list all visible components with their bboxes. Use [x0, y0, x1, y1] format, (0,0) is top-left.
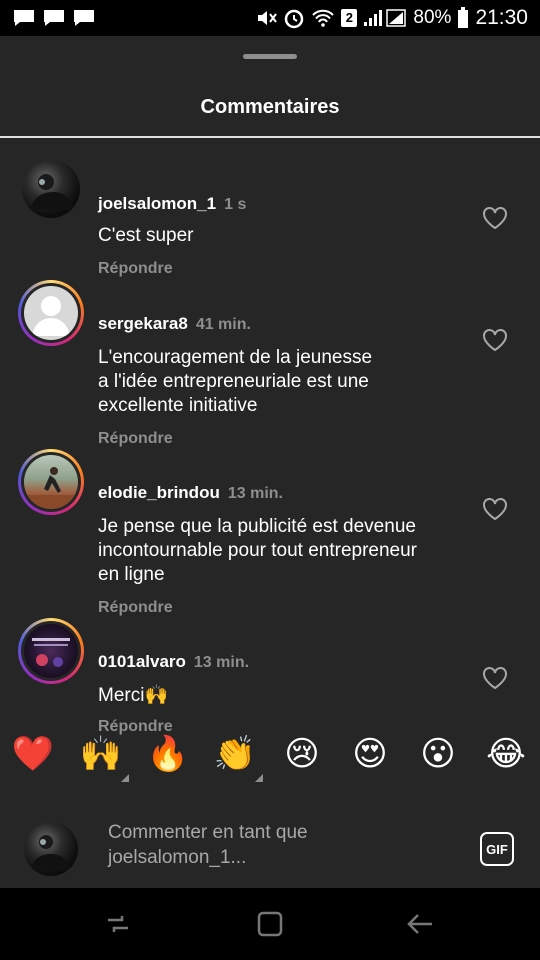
comment-username[interactable]: elodie_brindou 13 min. — [98, 483, 283, 503]
skin-tone-indicator — [255, 774, 263, 782]
comment-line: Merci🙌 — [98, 685, 169, 706]
comment-text: Merci🙌 — [98, 684, 468, 708]
comment-line: C'est super — [98, 225, 194, 246]
comment-username[interactable]: sergekara8 41 min. — [98, 314, 251, 334]
comment-text: L'encouragement de la jeunesse a l'idée … — [98, 346, 468, 418]
heart-eyes-emoji-button[interactable]: 😍 — [350, 734, 390, 774]
reply-button[interactable]: Répondre — [98, 430, 173, 448]
reply-button[interactable]: Répondre — [98, 260, 173, 278]
notification-icons — [12, 8, 96, 28]
tears-of-joy-emoji-button[interactable]: 😂 — [486, 734, 526, 774]
profile-photo-icon — [30, 835, 71, 870]
emoji-glyph: 🙌 — [79, 735, 123, 773]
comment-time: 41 min. — [195, 316, 251, 333]
comment-line: incontournable pour tout entrepreneur — [98, 540, 418, 561]
heart-emoji-button[interactable]: ❤️ — [11, 734, 55, 774]
emoji-glyph: 😮 — [420, 735, 456, 773]
sheet-drag-handle[interactable] — [243, 54, 297, 59]
fire-emoji-button[interactable]: 🔥 — [146, 734, 190, 774]
mute-icon — [258, 11, 278, 25]
message-notification-icon — [44, 10, 64, 26]
battery-percent: 80% — [413, 7, 452, 28]
message-notification-icon — [74, 10, 94, 26]
avatar-story-ring[interactable] — [18, 449, 84, 515]
comment-input[interactable]: Commenter en tant que joelsalomon_1... — [108, 820, 448, 870]
sim-badge: 2 — [341, 9, 358, 27]
comment-line: Je pense que la publicité est devenue — [98, 516, 416, 537]
emoji-glyph: 😢 — [284, 735, 320, 773]
reply-button[interactable]: Répondre — [98, 599, 173, 617]
profile-photo-icon — [24, 467, 78, 509]
comment-compose-bar: Commenter en tant que joelsalomon_1... G… — [0, 810, 540, 890]
comment-text: Je pense que la publicité est devenue in… — [98, 515, 468, 587]
home-icon[interactable] — [254, 908, 286, 940]
emoji-glyph: 🔥 — [146, 735, 190, 773]
avatar-story-ring[interactable] — [18, 618, 84, 684]
header-divider — [0, 136, 540, 138]
skin-tone-indicator — [121, 774, 129, 782]
comment-line: a l'idée entrepreneuriale est une — [98, 371, 369, 392]
comment-time: 1 s — [224, 196, 247, 213]
profile-photo-icon — [30, 174, 74, 210]
like-heart-icon[interactable] — [482, 497, 508, 521]
raised-hands-emoji-button[interactable]: 🙌 — [79, 734, 129, 782]
battery-icon — [458, 7, 469, 28]
username-text[interactable]: sergekara8 — [98, 314, 188, 333]
crying-face-emoji-button[interactable]: 😢 — [282, 734, 322, 774]
emoji-glyph: ❤️ — [11, 735, 55, 773]
like-heart-icon[interactable] — [482, 328, 508, 352]
avatar-story-ring[interactable] — [18, 280, 84, 346]
emoji-glyph: 😍 — [352, 735, 388, 773]
avatar[interactable] — [22, 160, 80, 218]
comment-time: 13 min. — [227, 485, 283, 502]
placeholder-line: joelsalomon_1... — [108, 847, 247, 868]
comment-username[interactable]: joelsalomon_1 1 s — [98, 194, 246, 214]
comment-text: C'est super — [98, 224, 468, 248]
comment-line: excellente initiative — [98, 395, 258, 416]
gif-label: GIF — [486, 841, 508, 857]
alarm-icon — [285, 9, 304, 29]
username-text[interactable]: 0101alvaro — [98, 652, 186, 671]
profile-photo-icon — [32, 638, 70, 667]
username-text[interactable]: joelsalomon_1 — [98, 194, 216, 213]
clock: 21:30 — [475, 6, 528, 29]
comment-line: L'encouragement de la jeunesse — [98, 347, 373, 368]
sheet-title: Commentaires — [200, 96, 340, 118]
gif-button[interactable]: GIF — [480, 832, 514, 866]
like-heart-icon[interactable] — [482, 666, 508, 690]
back-arrow-icon[interactable] — [404, 908, 436, 940]
system-indicators: 2 80% 21:30 — [255, 6, 528, 30]
comment-time: 13 min. — [193, 654, 250, 671]
status-bar: 2 80% 21:30 — [0, 0, 540, 36]
emoji-reaction-bar: ❤️ 🙌 🔥 👏 😢 😍 😮 😂 — [0, 734, 540, 782]
clapping-hands-emoji-button[interactable]: 👏 — [213, 734, 263, 782]
emoji-glyph: 😂 — [486, 735, 526, 773]
username-text[interactable]: elodie_brindou — [98, 483, 220, 502]
system-navigation-bar — [0, 888, 540, 960]
message-notification-icon — [14, 10, 34, 26]
like-heart-icon[interactable] — [482, 206, 508, 230]
own-avatar — [24, 822, 78, 876]
recent-apps-icon[interactable] — [102, 908, 134, 940]
placeholder-line: Commenter en tant que — [108, 822, 308, 843]
comment-username[interactable]: 0101alvaro 13 min. — [98, 652, 249, 672]
wifi-icon — [312, 9, 335, 27]
surprised-face-emoji-button[interactable]: 😮 — [418, 734, 458, 774]
comments-sheet: Commentaires joelsalomon_1 1 s C'est supe… — [0, 36, 540, 888]
signal-icon — [364, 9, 407, 27]
emoji-glyph: 👏 — [213, 735, 257, 773]
default-avatar-icon — [32, 296, 70, 336]
comment-line: en ligne — [98, 564, 165, 585]
